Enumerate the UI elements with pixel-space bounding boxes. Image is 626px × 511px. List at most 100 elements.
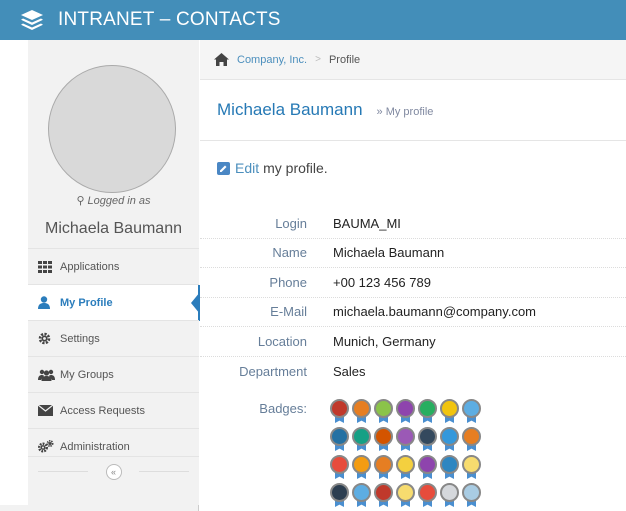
sidebar-item-label: Settings	[60, 332, 100, 345]
badge-medal	[418, 399, 437, 418]
badge-medal	[440, 427, 459, 446]
badge-icon[interactable]	[330, 427, 349, 451]
badge-icon[interactable]	[352, 399, 371, 423]
user-icon	[38, 296, 60, 309]
badge-medal	[330, 427, 349, 446]
badge-medal	[418, 483, 437, 502]
badge-medal	[396, 455, 415, 474]
breadcrumb-current: Profile	[328, 53, 361, 66]
breadcrumb-separator: >	[315, 54, 321, 65]
profile-row-phone: Phone +00 123 456 789	[200, 268, 626, 298]
divider	[139, 471, 189, 472]
sidebar-item-label: My Groups	[60, 368, 114, 381]
page-title: Michaela Baumann	[217, 100, 363, 119]
page-header: Michaela Baumann » My profile	[217, 100, 617, 130]
badge-medal	[374, 427, 393, 446]
home-icon[interactable]	[214, 53, 229, 66]
badge-icon[interactable]	[396, 399, 415, 423]
badge-medal	[440, 483, 459, 502]
badge-icon[interactable]	[352, 455, 371, 479]
sidebar-nav: Applications My Profile Settings My Grou…	[28, 248, 200, 464]
app-title: INTRANET – CONTACTS	[58, 9, 281, 30]
badge-icon[interactable]	[330, 483, 349, 507]
sidebar-item-settings[interactable]: Settings	[28, 320, 199, 356]
breadcrumb-company-link[interactable]: Company, Inc.	[237, 54, 307, 66]
sidebar-item-label: My Profile	[60, 296, 113, 309]
field-label: Department	[239, 363, 307, 379]
edit-icon[interactable]	[217, 161, 230, 175]
grid-icon	[38, 260, 60, 273]
badge-medal	[462, 399, 481, 418]
badge-icon[interactable]	[462, 483, 481, 507]
layers-logo-icon	[12, 0, 52, 40]
sidebar-item-my-groups[interactable]: My Groups	[28, 356, 199, 392]
profile-row-department: Department Sales	[200, 357, 626, 387]
badge-medal	[418, 455, 437, 474]
badge-icon[interactable]	[374, 455, 393, 479]
field-label: Location	[257, 333, 307, 349]
profile-row-name: Name Michaela Baumann	[200, 239, 626, 268]
badge-medal	[396, 427, 415, 446]
field-label: Login	[275, 215, 307, 231]
badge-icon[interactable]	[374, 399, 393, 423]
badge-icon[interactable]	[352, 427, 371, 451]
badge-icon[interactable]	[396, 427, 415, 451]
gear-icon	[38, 332, 60, 345]
sidebar-item-label: Access Requests	[60, 404, 145, 417]
badge-medal	[352, 455, 371, 474]
sidebar-item-access-requests[interactable]: Access Requests	[28, 392, 199, 428]
collapse-sidebar-button[interactable]: «	[105, 463, 122, 480]
badge-icon[interactable]	[418, 399, 437, 423]
badge-icon[interactable]	[440, 455, 459, 479]
edit-link[interactable]: Edit	[235, 160, 259, 176]
badge-icon[interactable]	[462, 427, 481, 451]
badge-medal	[330, 483, 349, 502]
badge-medal	[418, 427, 437, 446]
sidebar-collapse-row: «	[28, 456, 199, 486]
badge-icon[interactable]	[418, 427, 437, 451]
divider	[38, 471, 88, 472]
badge-icon[interactable]	[396, 483, 415, 507]
top-bar: INTRANET – CONTACTS	[0, 0, 626, 40]
badge-medal	[462, 483, 481, 502]
badge-icon[interactable]	[352, 483, 371, 507]
profile-table: Login BAUMA_MI Name Michaela Baumann Pho…	[200, 209, 626, 386]
badge-medal	[352, 427, 371, 446]
sidebar: ⚲ Logged in as Michaela Baumann Applicati…	[0, 40, 200, 511]
field-label: Phone	[269, 274, 307, 290]
field-value: michaela.baumann@company.com	[333, 304, 536, 320]
edit-text: my profile.	[263, 160, 328, 176]
badge-icon[interactable]	[440, 427, 459, 451]
badge-icon[interactable]	[440, 483, 459, 507]
edit-profile-line: Edit my profile.	[217, 160, 328, 176]
badge-icon[interactable]	[462, 455, 481, 479]
field-label: Name	[272, 245, 307, 261]
badge-icon[interactable]	[440, 399, 459, 423]
badge-medal	[396, 399, 415, 418]
badge-icon[interactable]	[418, 455, 437, 479]
profile-row-location: Location Munich, Germany	[200, 327, 626, 357]
badge-icon[interactable]	[374, 483, 393, 507]
badge-medal	[462, 455, 481, 474]
badge-icon[interactable]	[396, 455, 415, 479]
field-value: +00 123 456 789	[333, 274, 431, 290]
badge-icon[interactable]	[374, 427, 393, 451]
badge-icon[interactable]	[330, 399, 349, 423]
sidebar-item-applications[interactable]: Applications	[28, 248, 199, 284]
sidebar-left-strip	[0, 40, 28, 505]
badge-medal	[352, 483, 371, 502]
logged-in-text: Logged in as	[87, 195, 151, 207]
logged-in-label: ⚲ Logged in as	[28, 194, 199, 207]
envelope-icon	[38, 405, 60, 416]
profile-row-login: Login BAUMA_MI	[200, 209, 626, 239]
sidebar-item-my-profile[interactable]: My Profile	[28, 284, 200, 321]
sidebar-item-label: Administration	[60, 440, 130, 453]
profile-row-email: E-Mail michaela.baumann@company.com	[200, 298, 626, 327]
badge-medal	[462, 427, 481, 446]
badge-icon[interactable]	[418, 483, 437, 507]
badge-icon[interactable]	[462, 399, 481, 423]
page-subtitle: » My profile	[376, 106, 434, 118]
field-value: Sales	[333, 363, 366, 379]
badges-grid	[330, 399, 500, 511]
badge-icon[interactable]	[330, 455, 349, 479]
